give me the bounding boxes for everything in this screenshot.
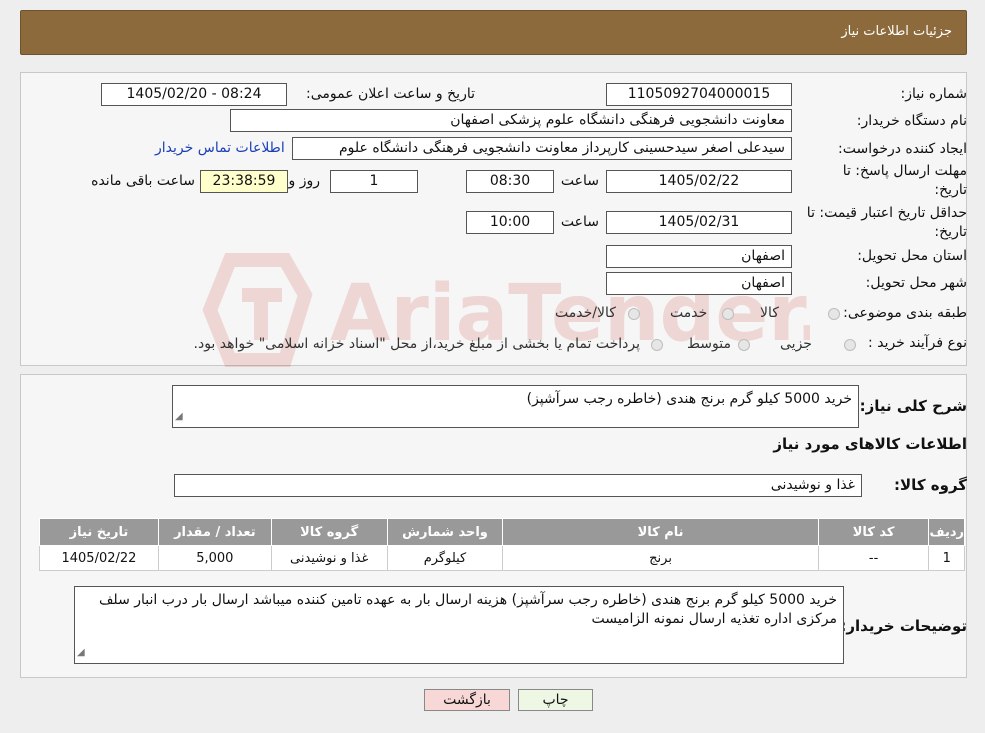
category-radio-service[interactable] bbox=[722, 308, 734, 320]
validity-label-2: تاریخ: bbox=[934, 224, 967, 240]
announce-field: 1405/02/20 - 08:24 bbox=[101, 83, 287, 106]
resize-grip-icon[interactable]: ◢ bbox=[175, 407, 183, 426]
cell-date: 1405/02/22 bbox=[39, 545, 159, 571]
col-group-header: گروه کالا bbox=[270, 518, 388, 546]
validity-date-field: 1405/02/31 bbox=[606, 211, 792, 234]
province-field: اصفهان bbox=[606, 245, 792, 268]
days-label: روز و bbox=[288, 173, 321, 189]
back-button[interactable]: بازگشت bbox=[424, 689, 510, 711]
goods-group-label: گروه کالا: bbox=[894, 476, 967, 494]
validity-time-label: ساعت bbox=[560, 214, 599, 230]
buyer-notes-text: خرید 5000 کیلو گرم برنج هندی (خاطره رجب … bbox=[98, 592, 837, 627]
cell-name: برنج bbox=[502, 545, 819, 571]
page-title: جزئیات اطلاعات نیاز bbox=[841, 24, 952, 39]
category-radio-goods[interactable] bbox=[828, 308, 840, 320]
cell-unit: کیلوگرم bbox=[386, 545, 504, 571]
need-number-field: 1105092704000015 bbox=[606, 83, 792, 106]
deadline-date-field: 1405/02/22 bbox=[606, 170, 792, 193]
category-radio-goods-service[interactable] bbox=[628, 308, 640, 320]
deadline-label: مهلت ارسال پاسخ: تا bbox=[842, 163, 967, 179]
col-code-header: کد کالا bbox=[817, 518, 930, 546]
col-qty-header: تعداد / مقدار bbox=[157, 518, 272, 546]
deadline-label-2: تاریخ: bbox=[934, 182, 967, 198]
buyer-org-label: نام دستگاه خریدار: bbox=[856, 113, 967, 129]
need-number-label: شماره نیاز: bbox=[900, 86, 968, 102]
announce-label: تاریخ و ساعت اعلان عمومی: bbox=[306, 86, 475, 102]
summary-text: خرید 5000 کیلو گرم برنج هندی (خاطره رجب … bbox=[526, 391, 852, 407]
category-label: طبقه بندی موضوعی: bbox=[843, 305, 967, 321]
col-date-header: تاریخ نیاز bbox=[39, 518, 159, 546]
col-row-header: ردیف bbox=[928, 518, 965, 546]
process-option-medium: متوسط bbox=[687, 336, 731, 352]
city-field: اصفهان bbox=[606, 272, 792, 295]
deadline-time-field: 08:30 bbox=[466, 170, 554, 193]
col-name-header: نام کالا bbox=[502, 518, 819, 546]
goods-info-title: اطلاعات کالاهای مورد نیاز bbox=[773, 435, 967, 453]
process-note: پرداخت تمام یا بخشی از مبلغ خرید،از محل … bbox=[193, 336, 640, 352]
validity-label: حداقل تاریخ اعتبار قیمت: تا bbox=[806, 205, 967, 221]
process-label: نوع فرآیند خرید : bbox=[868, 335, 967, 351]
process-option-minor: جزیی bbox=[780, 336, 812, 352]
province-label: استان محل تحویل: bbox=[857, 248, 967, 264]
cell-group: غذا و نوشیدنی bbox=[270, 545, 388, 571]
resize-grip-icon[interactable]: ◢ bbox=[77, 643, 85, 662]
buyer-org-field: معاونت دانشجویی فرهنگی دانشگاه علوم پزشک… bbox=[230, 109, 792, 132]
print-button[interactable]: چاپ bbox=[518, 689, 593, 711]
items-table: ردیف کد کالا نام کالا واحد شمارش گروه کا… bbox=[39, 518, 965, 571]
buyer-notes-label: توضیحات خریدار: bbox=[840, 617, 967, 635]
cell-code: -- bbox=[817, 545, 930, 571]
cell-row: 1 bbox=[928, 545, 965, 571]
remaining-time-field: 23:38:59 bbox=[200, 170, 288, 193]
table-row[interactable]: 1 -- برنج کیلوگرم غذا و نوشیدنی 5,000 14… bbox=[39, 545, 965, 571]
days-field: 1 bbox=[330, 170, 418, 193]
validity-time-field: 10:00 bbox=[466, 211, 554, 234]
creator-label: ایجاد کننده درخواست: bbox=[838, 141, 967, 157]
process-radio-medium[interactable] bbox=[738, 339, 750, 351]
category-option-goods-service: کالا/خدمت bbox=[555, 305, 616, 321]
process-radio-minor[interactable] bbox=[844, 339, 856, 351]
cell-qty: 5,000 bbox=[157, 545, 272, 571]
city-label: شهر محل تحویل: bbox=[865, 275, 967, 291]
category-option-goods: کالا bbox=[760, 305, 779, 321]
process-radio-treasury[interactable] bbox=[651, 339, 663, 351]
summary-label: شرح کلی نیاز: bbox=[859, 397, 967, 415]
remaining-label: ساعت باقی مانده bbox=[91, 173, 195, 189]
category-option-service: خدمت bbox=[670, 305, 708, 321]
page-header: جزئیات اطلاعات نیاز bbox=[20, 10, 967, 55]
deadline-time-label: ساعت bbox=[560, 173, 599, 189]
creator-field: سیدعلی اصغر سیدحسینی کارپرداز معاونت دان… bbox=[292, 137, 792, 160]
col-unit-header: واحد شمارش bbox=[386, 518, 504, 546]
contact-buyer-link[interactable]: اطلاعات تماس خریدار bbox=[155, 140, 285, 156]
goods-group-field: غذا و نوشیدنی bbox=[174, 474, 862, 497]
table-header-row: ردیف کد کالا نام کالا واحد شمارش گروه کا… bbox=[39, 518, 965, 546]
summary-textarea: خرید 5000 کیلو گرم برنج هندی (خاطره رجب … bbox=[172, 385, 859, 428]
buyer-notes-textarea: خرید 5000 کیلو گرم برنج هندی (خاطره رجب … bbox=[74, 586, 844, 664]
